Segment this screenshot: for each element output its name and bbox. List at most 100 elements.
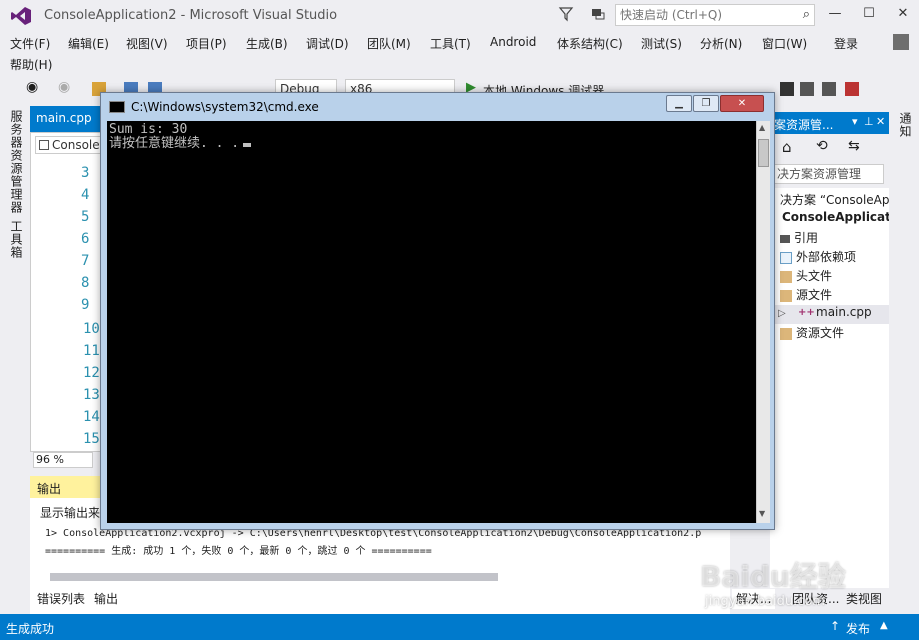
bookmark-icon[interactable] <box>780 82 794 96</box>
console-line: Sum is: 30 <box>109 122 188 137</box>
left-tool-tabs: 服务器资源管理器 工具箱 <box>0 106 30 614</box>
menu-build[interactable]: 生成(B) <box>246 35 288 52</box>
title-bar: ConsoleApplication2 - Microsoft Visual S… <box>0 0 919 32</box>
scroll-down-icon[interactable]: ▼ <box>759 509 765 518</box>
cmd-maximize-button[interactable]: ❐ <box>693 95 719 112</box>
status-text: 生成成功 <box>6 622 55 636</box>
close-button[interactable]: ✕ <box>886 2 919 26</box>
notifications-tab[interactable]: 通知 <box>894 112 914 138</box>
zoom-select[interactable]: 96 % <box>33 452 93 468</box>
publish-button[interactable]: 发布 <box>846 620 870 637</box>
minimize-button[interactable]: — <box>818 2 852 26</box>
home-icon[interactable]: ⌂ <box>782 138 792 156</box>
menu-help[interactable]: 帮助(H) <box>10 56 52 73</box>
editor-tab[interactable]: main.cpp <box>30 106 100 132</box>
solution-explorer-title: 案资源管... <box>774 118 834 132</box>
scroll-up-icon[interactable]: ▲ <box>759 123 765 132</box>
visual-studio-logo <box>11 7 31 25</box>
tab-error-list[interactable]: 错误列表 <box>33 589 89 609</box>
server-explorer-tab[interactable]: 服务器资源管理器 <box>5 110 25 214</box>
tree-item[interactable]: 资源文件 <box>770 324 889 343</box>
output-title: 输出 <box>37 482 62 496</box>
solution-explorer-header: 案资源管... ▾ ⊥ ✕ <box>770 112 889 134</box>
menu-bar: 文件(F) 编辑(E) 视图(V) 项目(P) 生成(B) 调试(D) 团队(M… <box>0 32 919 74</box>
line-number: 12 <box>83 365 100 381</box>
expand-icon[interactable]: ▷ <box>778 308 792 319</box>
tree-item-label: 源文件 <box>796 288 833 302</box>
sync-icon[interactable]: ⇆ <box>848 138 860 154</box>
output-source-label[interactable]: 显示输出来 <box>40 504 100 521</box>
menu-tools[interactable]: 工具(T) <box>430 35 471 52</box>
baidu-watermark: Baidu经验 <box>700 560 846 593</box>
menu-view[interactable]: 视图(V) <box>126 35 168 52</box>
console-output[interactable]: Sum is: 30 请按任意键继续. . . <box>107 121 756 523</box>
cmd-title: C:\Windows\system32\cmd.exe <box>131 100 319 114</box>
menu-test[interactable]: 测试(S) <box>641 35 682 52</box>
login-link[interactable]: 登录 <box>834 35 858 52</box>
tree-item-label: 决方案 “ConsoleAp <box>780 193 889 207</box>
menu-debug[interactable]: 调试(D) <box>306 35 349 52</box>
menu-file[interactable]: 文件(F) <box>10 35 50 52</box>
tree-item[interactable]: 决方案 “ConsoleAp <box>770 191 889 210</box>
toolbox-tab[interactable]: 工具箱 <box>5 220 25 259</box>
user-icon[interactable] <box>893 34 909 50</box>
panel-menu-icon[interactable]: ▾ <box>852 115 858 128</box>
console-line: 请按任意键继续. . . <box>109 136 240 151</box>
menu-project[interactable]: 项目(P) <box>186 35 227 52</box>
menu-edit[interactable]: 编辑(E) <box>68 35 109 52</box>
tab-output[interactable]: 输出 <box>90 589 123 609</box>
menu-android[interactable]: Android <box>490 35 536 49</box>
output-scrollbar[interactable] <box>50 573 498 581</box>
filter-icon[interactable] <box>558 6 574 22</box>
line-number: 10 <box>83 321 100 337</box>
line-number: 15 <box>83 431 100 447</box>
publish-icon: ↑ <box>830 619 841 633</box>
folder-icon <box>780 270 792 283</box>
chevron-up-icon[interactable]: ▲ <box>880 620 888 631</box>
solution-explorer-toolbar: ⌂ ⟲ ⇆ <box>770 134 889 162</box>
menu-window[interactable]: 窗口(W) <box>762 35 807 52</box>
tree-item[interactable]: 引用 <box>770 229 889 248</box>
line-number: 4 <box>81 187 90 203</box>
cmd-scroll-thumb[interactable] <box>758 139 769 167</box>
tree-item[interactable]: 头文件 <box>770 267 889 286</box>
tree-item-label: ConsoleApplicati <box>782 210 889 224</box>
tree-item-label: 头文件 <box>796 269 833 283</box>
console-text: Sum is: 30 请按任意键继续. . . <box>109 122 252 151</box>
menu-architecture[interactable]: 体系结构(C) <box>557 35 623 52</box>
bookmark-clear-icon[interactable] <box>845 82 859 96</box>
feedback-icon[interactable] <box>590 6 606 22</box>
console-cursor <box>243 143 252 147</box>
tree-item[interactable]: ▷ ++main.cpp <box>770 305 889 324</box>
tab-class-view[interactable]: 类视图 <box>842 589 886 609</box>
cmd-scrollbar[interactable]: ▲ ▼ <box>756 121 770 523</box>
cmd-minimize-button[interactable]: ▁ <box>666 95 692 112</box>
bookmark-next-icon[interactable] <box>822 82 836 96</box>
line-number: 11 <box>83 343 100 359</box>
back-icon[interactable]: ◉ <box>26 79 40 95</box>
bookmark-prev-icon[interactable] <box>800 82 814 96</box>
tree-item[interactable]: 源文件 <box>770 286 889 305</box>
pin-icon[interactable]: ⊥ <box>864 115 874 128</box>
cmd-close-button[interactable]: ✕ <box>720 95 764 112</box>
baidu-watermark-url: jingyan.baidu.com <box>705 594 825 609</box>
solution-tree: 决方案 “ConsoleAp ConsoleApplicati 引用 外部依赖项… <box>770 188 889 588</box>
history-icon[interactable]: ⟲ <box>816 138 828 154</box>
solution-search-input[interactable]: 决方案资源管理 <box>774 164 884 184</box>
quick-launch[interactable]: ⌕ <box>615 4 815 26</box>
close-panel-icon[interactable]: ✕ <box>876 115 885 128</box>
line-number: 5 <box>81 209 90 225</box>
menu-team[interactable]: 团队(M) <box>367 35 411 52</box>
code-editor[interactable]: Console 3 4 5 6 7 8 9 10 11 12 13 14 15 <box>30 132 115 452</box>
right-tool-tabs: 通知 <box>889 106 919 614</box>
quick-launch-input[interactable] <box>616 5 791 25</box>
tree-item-label: 外部依赖项 <box>796 250 857 264</box>
maximize-button[interactable]: ☐ <box>852 2 886 26</box>
cmd-title-bar[interactable]: C:\Windows\system32\cmd.exe ▁ ❐ ✕ <box>101 93 774 121</box>
tree-item[interactable]: 外部依赖项 <box>770 248 889 267</box>
tree-item[interactable]: ConsoleApplicati <box>770 210 889 229</box>
menu-analyze[interactable]: 分析(N) <box>700 35 742 52</box>
forward-icon[interactable]: ◉ <box>58 79 72 95</box>
cmd-window[interactable]: C:\Windows\system32\cmd.exe ▁ ❐ ✕ Sum is… <box>100 92 775 530</box>
folder-icon <box>780 327 792 340</box>
